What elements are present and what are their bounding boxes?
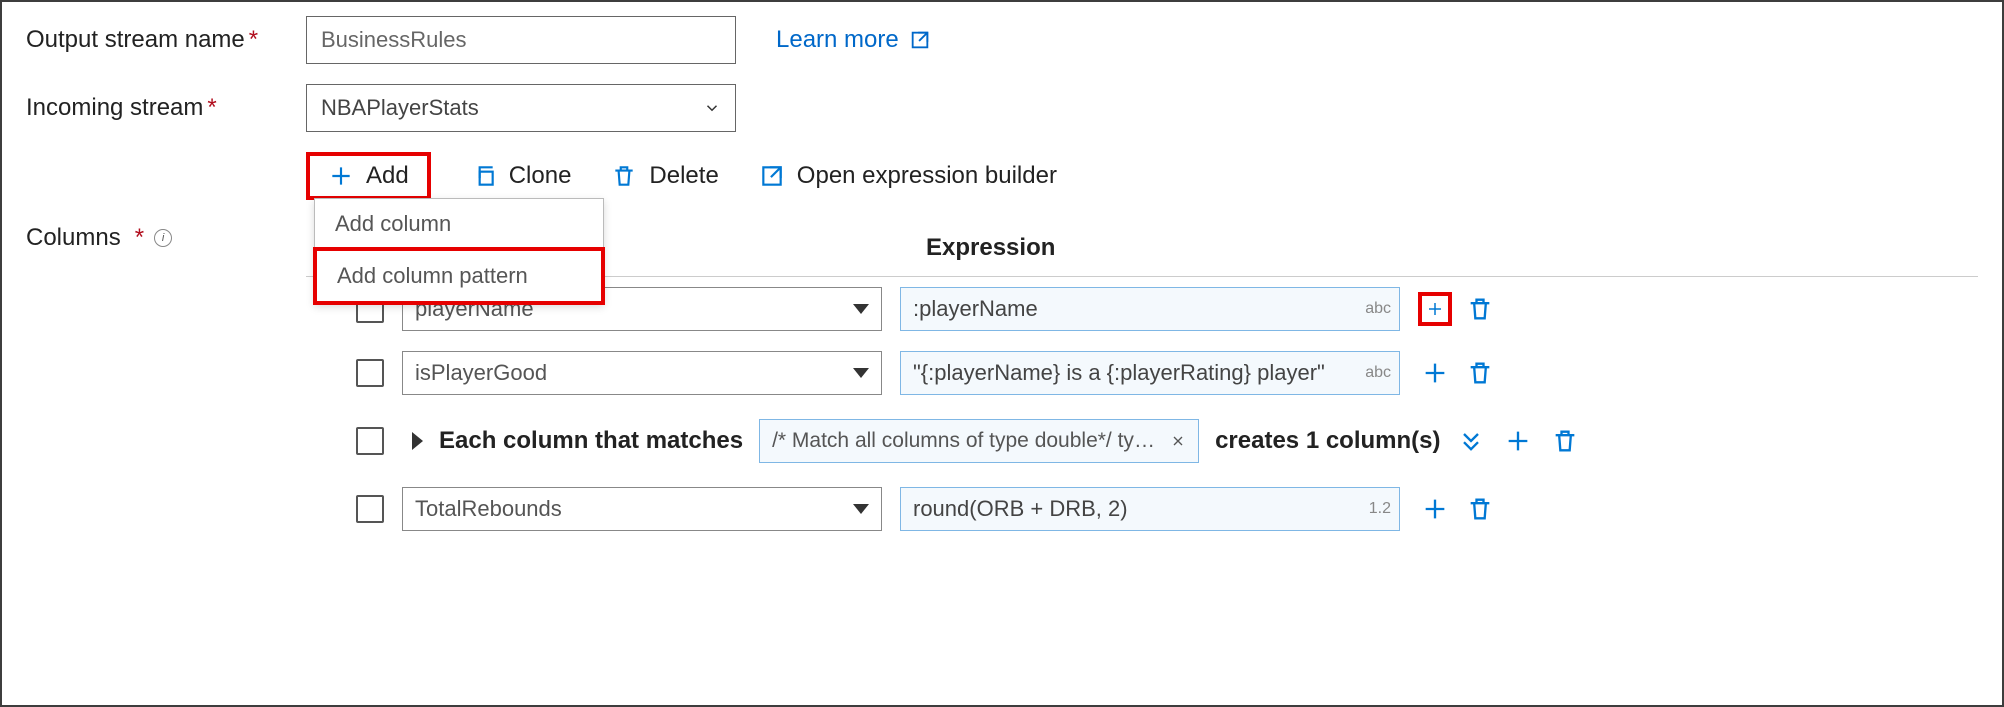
expression-value: round(ORB + DRB, 2) xyxy=(913,496,1128,522)
caret-down-icon xyxy=(853,304,869,314)
add-label: Add xyxy=(366,162,409,190)
add-row-button[interactable] xyxy=(1418,492,1452,526)
clone-button[interactable]: Clone xyxy=(471,162,572,190)
plus-icon xyxy=(1421,495,1449,523)
incoming-stream-select[interactable]: NBAPlayerStats xyxy=(306,84,736,132)
label-text: Incoming stream xyxy=(26,94,203,121)
column-name-select[interactable]: TotalRebounds xyxy=(402,487,882,531)
caret-down-icon xyxy=(853,504,869,514)
expression-input[interactable]: round(ORB + DRB, 2) 1.2 xyxy=(900,487,1400,531)
caret-down-icon xyxy=(853,368,869,378)
expression-header: Expression xyxy=(926,234,1055,262)
label-text: Columns xyxy=(26,224,121,252)
add-row-button[interactable] xyxy=(1501,424,1535,458)
clone-label: Clone xyxy=(509,162,572,190)
label-text: Output stream name xyxy=(26,26,245,53)
incoming-stream-label: Incoming stream* xyxy=(26,94,306,122)
pattern-match-value: /* Match all columns of type double*/ ty… xyxy=(772,429,1160,453)
open-expression-builder-button[interactable]: Open expression builder xyxy=(759,162,1057,190)
plus-icon xyxy=(1504,427,1532,455)
add-button[interactable]: Add xyxy=(306,152,431,200)
delete-button[interactable]: Delete xyxy=(611,162,718,190)
trash-icon xyxy=(1466,495,1494,523)
double-chevron-down-icon xyxy=(1457,427,1485,455)
type-badge: abc xyxy=(1365,364,1391,382)
type-badge: 1.2 xyxy=(1369,500,1391,518)
external-link-icon xyxy=(759,163,785,189)
trash-icon xyxy=(611,163,637,189)
row-actions xyxy=(1418,492,1494,526)
row-checkbox[interactable] xyxy=(356,359,384,387)
expression-value: :playerName xyxy=(913,296,1038,322)
row-actions xyxy=(1418,292,1494,326)
row-checkbox[interactable] xyxy=(356,495,384,523)
clear-icon[interactable] xyxy=(1170,433,1186,449)
pattern-match-input[interactable]: /* Match all columns of type double*/ ty… xyxy=(759,419,1199,463)
row-checkbox[interactable] xyxy=(356,427,384,455)
external-link-icon xyxy=(909,29,931,51)
incoming-stream-row: Incoming stream* NBAPlayerStats xyxy=(26,84,1978,132)
plus-icon xyxy=(328,163,354,189)
output-stream-label: Output stream name* xyxy=(26,26,306,54)
trash-icon xyxy=(1466,359,1494,387)
learn-more-text: Learn more xyxy=(776,26,899,54)
output-stream-input[interactable] xyxy=(306,16,736,64)
row-actions xyxy=(1418,356,1494,390)
add-column-item[interactable]: Add column xyxy=(315,199,603,249)
pattern-suffix: creates 1 column(s) xyxy=(1215,427,1440,455)
learn-more-link[interactable]: Learn more xyxy=(776,26,931,54)
pattern-prefix: Each column that matches xyxy=(439,427,743,455)
table-row: TotalRebounds round(ORB + DRB, 2) 1.2 xyxy=(306,477,1978,541)
output-stream-row: Output stream name* Learn more xyxy=(26,16,1978,64)
expand-icon[interactable] xyxy=(412,432,423,450)
add-row-button[interactable] xyxy=(1418,356,1452,390)
column-pattern-row: Each column that matches /* Match all co… xyxy=(306,405,1978,477)
add-row-button[interactable] xyxy=(1418,292,1452,326)
expression-input[interactable]: "{:playerName} is a {:playerRating} play… xyxy=(900,351,1400,395)
expression-value: "{:playerName} is a {:playerRating} play… xyxy=(913,360,1325,386)
add-column-pattern-item[interactable]: Add column pattern xyxy=(313,247,605,305)
trash-icon xyxy=(1551,427,1579,455)
columns-label: Columns * i xyxy=(26,224,306,252)
column-name-select[interactable]: isPlayerGood xyxy=(402,351,882,395)
chevron-down-icon xyxy=(703,99,721,117)
clone-icon xyxy=(471,163,497,189)
expression-input[interactable]: :playerName abc xyxy=(900,287,1400,331)
toolbar: Add Clone Delete Open expression builder… xyxy=(306,152,1978,200)
incoming-stream-value: NBAPlayerStats xyxy=(321,95,479,121)
delete-label: Delete xyxy=(649,162,718,190)
trash-icon xyxy=(1466,295,1494,323)
plus-icon xyxy=(1421,359,1449,387)
expand-all-button[interactable] xyxy=(1457,427,1485,455)
add-dropdown: Add column Add column pattern xyxy=(314,198,604,304)
delete-row-button[interactable] xyxy=(1466,295,1494,323)
column-name-value: TotalRebounds xyxy=(415,496,562,522)
delete-row-button[interactable] xyxy=(1466,495,1494,523)
info-icon[interactable]: i xyxy=(154,229,172,247)
type-badge: abc xyxy=(1365,300,1391,318)
table-row: isPlayerGood "{:playerName} is a {:playe… xyxy=(306,341,1978,405)
delete-row-button[interactable] xyxy=(1466,359,1494,387)
delete-row-button[interactable] xyxy=(1551,427,1579,455)
required-asterisk: * xyxy=(207,94,216,121)
required-asterisk: * xyxy=(135,224,144,252)
plus-icon xyxy=(1426,295,1444,323)
required-asterisk: * xyxy=(249,26,258,53)
column-name-value: isPlayerGood xyxy=(415,360,547,386)
open-builder-label: Open expression builder xyxy=(797,162,1057,190)
